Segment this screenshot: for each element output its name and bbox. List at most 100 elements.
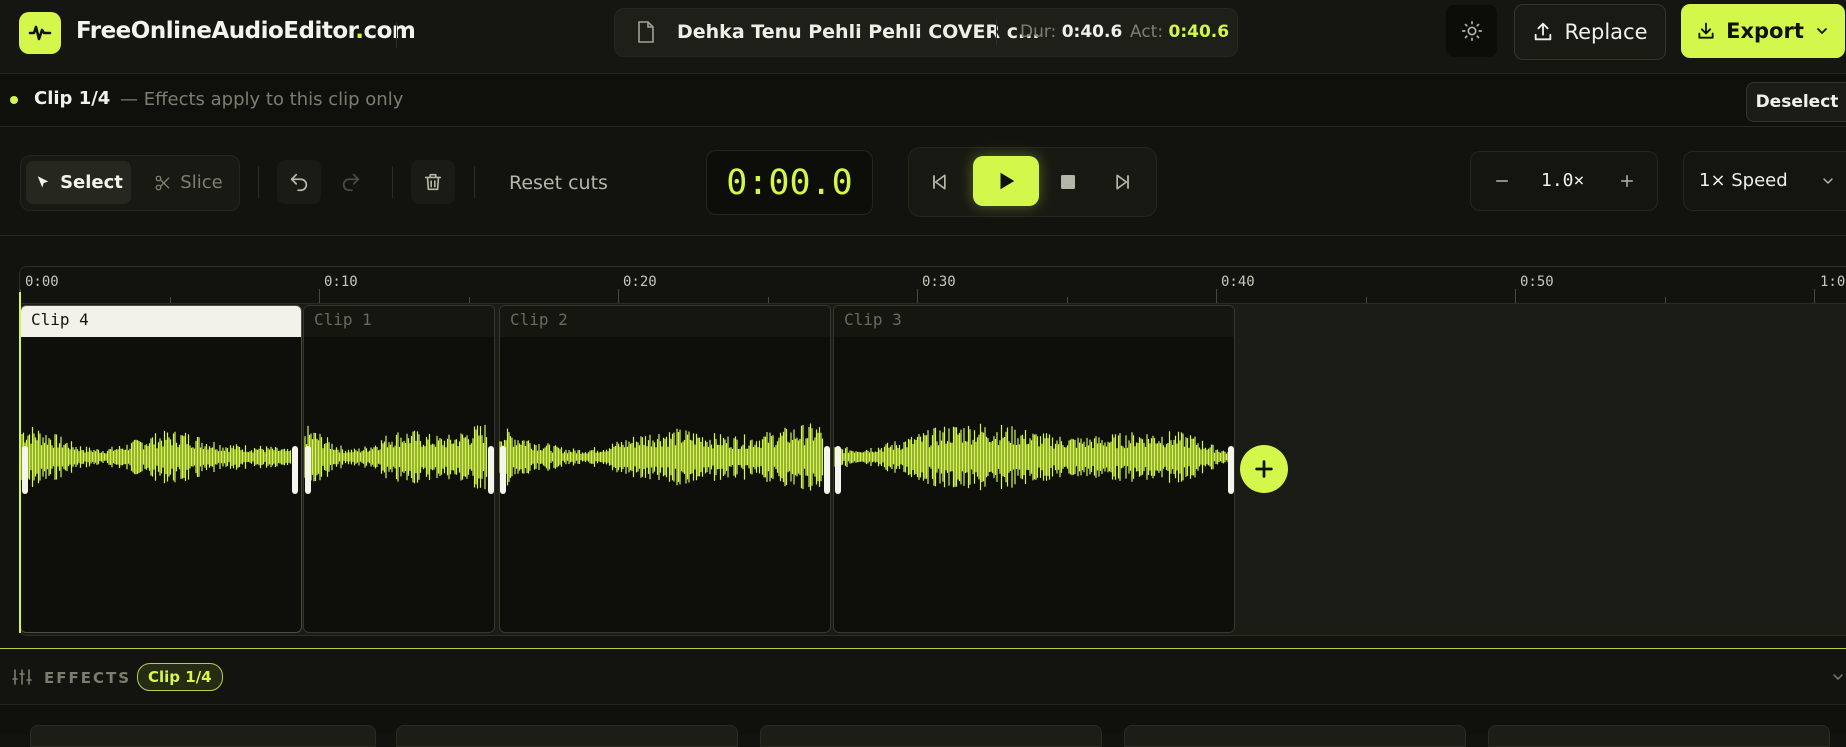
sliders-icon — [12, 669, 32, 685]
undo-icon — [290, 173, 308, 192]
skip-to-end-button[interactable] — [1101, 160, 1145, 204]
timecode-display: 0:00.0 — [706, 150, 873, 215]
effect-card[interactable] — [1488, 725, 1830, 747]
stop-icon — [1061, 175, 1075, 189]
clip-trim-handle[interactable] — [488, 446, 494, 494]
clip-status-dot — [10, 96, 18, 104]
skip-back-icon — [933, 174, 946, 190]
stop-button[interactable] — [1046, 160, 1090, 204]
active-label: Act: — [1130, 22, 1164, 42]
tick-label: 0:30 — [922, 274, 956, 290]
skip-to-start-button[interactable] — [917, 160, 961, 204]
slice-tool-button[interactable]: Slice — [146, 161, 231, 204]
play-button[interactable] — [973, 156, 1039, 206]
reset-cuts-button[interactable]: Reset cuts — [509, 172, 608, 194]
zoom-out-button[interactable] — [1480, 159, 1524, 203]
clip-selection-bar: Clip 1/4 — Effects apply to this clip on… — [0, 74, 1846, 127]
clip-trim-handle[interactable] — [1228, 446, 1234, 494]
redo-button[interactable] — [329, 160, 373, 204]
clip-trim-handle[interactable] — [835, 446, 841, 494]
tick-label: 1:0 — [1820, 274, 1846, 290]
selected-clip-title: Clip 1/4 — [34, 88, 111, 109]
tick-label: 0:40 — [1221, 274, 1255, 290]
minor-tick — [1366, 297, 1367, 303]
clip-label: Clip 4 — [21, 306, 301, 337]
duration-readout: Dur: 0:40.6 — [1020, 22, 1122, 42]
zoom-in-button[interactable] — [1605, 159, 1649, 203]
playback-speed-select[interactable]: 1× Speed — [1683, 151, 1846, 211]
clip-trim-handle[interactable] — [22, 446, 28, 494]
minus-icon — [1496, 180, 1508, 182]
plus-icon — [1621, 175, 1633, 187]
major-tick — [1515, 289, 1516, 303]
trash-icon — [424, 173, 442, 191]
effect-card[interactable] — [1124, 725, 1466, 747]
app-logo[interactable] — [19, 12, 61, 54]
undo-button[interactable] — [277, 160, 321, 204]
brand-tld: com — [363, 18, 416, 44]
major-tick — [917, 289, 918, 303]
replace-label: Replace — [1564, 20, 1648, 44]
upload-icon — [1535, 22, 1552, 41]
clip-trim-handle[interactable] — [824, 446, 830, 494]
skip-forward-icon — [1116, 174, 1129, 190]
tick-label: 0:20 — [623, 274, 657, 290]
timeline-panel[interactable]: 0:00 0:10 0:20 0:30 0:40 0:50 1:0 Clip 4… — [19, 266, 1846, 636]
add-clip-button[interactable] — [1240, 445, 1288, 493]
major-tick — [618, 289, 619, 303]
effect-card[interactable] — [30, 725, 376, 747]
minor-tick — [170, 297, 171, 303]
play-icon — [1000, 172, 1015, 190]
file-pill-divider — [996, 19, 997, 45]
brand-name[interactable]: FreeOnlineAudioEditor.com — [76, 18, 416, 44]
delete-clip-button[interactable] — [411, 160, 455, 204]
minor-tick — [469, 297, 470, 303]
active-value: 0:40.6 — [1168, 22, 1230, 42]
cursor-icon — [37, 175, 49, 187]
export-button[interactable]: Export — [1681, 4, 1845, 58]
duration-value: 0:40.6 — [1061, 22, 1123, 42]
major-tick — [1814, 289, 1815, 303]
time-ruler[interactable]: 0:00 0:10 0:20 0:30 0:40 0:50 1:0 — [20, 267, 1846, 304]
toolbar-divider — [392, 166, 393, 198]
clip-effects-note: — Effects apply to this clip only — [120, 89, 404, 110]
minor-tick — [768, 297, 769, 303]
waveform-icon — [28, 25, 52, 41]
effects-cards-row — [0, 704, 1846, 747]
select-tool-button[interactable]: Select — [26, 161, 131, 204]
redo-icon — [342, 173, 360, 192]
waveform-path — [21, 423, 1232, 491]
clip-label: Clip 3 — [834, 306, 1234, 337]
effects-panel-header[interactable]: EFFECTS Clip 1/4 — [0, 648, 1846, 705]
file-info-pill: Dehka Tenu Pehli Pehli COVER c... Dur: 0… — [614, 8, 1238, 57]
tick-label: 0:00 — [25, 274, 59, 290]
slice-tool-label: Slice — [180, 172, 223, 193]
major-tick — [319, 289, 320, 303]
theme-toggle-button[interactable] — [1446, 5, 1497, 57]
tick-label: 0:50 — [1520, 274, 1554, 290]
deselect-button[interactable]: Deselect — [1746, 82, 1846, 122]
toolbar-divider — [258, 166, 259, 198]
major-tick — [1216, 289, 1217, 303]
minor-tick — [1067, 297, 1068, 303]
top-header: FreeOnlineAudioEditor.com Dehka Tenu Peh… — [0, 0, 1846, 74]
minor-tick — [1665, 297, 1666, 303]
header-divider — [396, 22, 397, 48]
playhead[interactable] — [19, 292, 21, 633]
effect-card[interactable] — [396, 725, 738, 747]
replace-button[interactable]: Replace — [1514, 4, 1666, 60]
clip-trim-handle[interactable] — [292, 446, 298, 494]
chevron-down-icon — [1817, 28, 1827, 34]
effect-card[interactable] — [760, 725, 1102, 747]
toolbar-divider — [474, 166, 475, 198]
scissors-icon — [155, 175, 170, 190]
select-tool-label: Select — [60, 172, 123, 193]
download-icon — [1698, 22, 1714, 39]
clip-trim-handle[interactable] — [305, 446, 311, 494]
clip-trim-handle[interactable] — [500, 446, 506, 494]
clip-label: Clip 2 — [500, 306, 830, 337]
chevron-down-icon — [1833, 674, 1843, 680]
zoom-control: 1.0× — [1470, 151, 1658, 211]
speed-value: 1× Speed — [1699, 170, 1788, 191]
tick-label: 0:10 — [324, 274, 358, 290]
